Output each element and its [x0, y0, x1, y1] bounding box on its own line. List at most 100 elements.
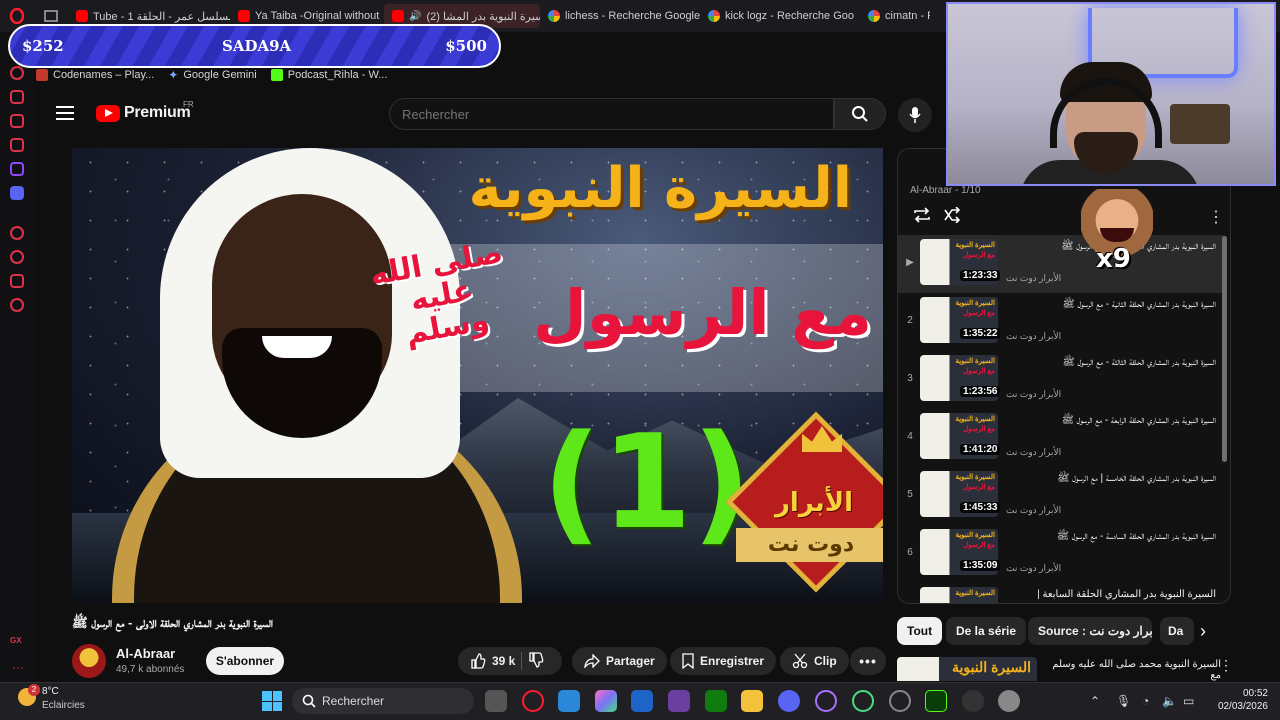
hamburger-menu-icon[interactable]: [56, 106, 74, 120]
playlist-channel: الأبرار دوت نت: [1006, 563, 1062, 573]
search-icon: [302, 694, 316, 708]
donation-current: $252: [22, 37, 64, 55]
messenger-icon[interactable]: [10, 138, 24, 152]
file-explorer-icon[interactable]: [741, 690, 763, 712]
settings-icon[interactable]: [10, 298, 24, 312]
twitch-icon[interactable]: [10, 162, 24, 176]
thumbs-down-icon: [529, 651, 544, 668]
youtube-play-icon: [96, 104, 120, 122]
playlist-item[interactable]: ▶ السيرة النبوية مع الرسول 1:23:33 السيرة…: [898, 235, 1224, 293]
search-input[interactable]: [389, 98, 834, 130]
task-view-icon[interactable]: [485, 690, 507, 712]
playlist-duration: 1:45:33: [960, 502, 1001, 513]
playlist-channel: الأبرار دوت نت: [1006, 273, 1062, 283]
playlist-index: 5: [907, 489, 913, 500]
subscribe-button[interactable]: S'abonner: [206, 647, 284, 675]
playlist-duration: 1:35:22: [960, 328, 1001, 339]
more-horizontal-icon: •••: [859, 653, 877, 669]
settings-gear-icon[interactable]: [998, 690, 1020, 712]
scissors-icon: [792, 653, 808, 669]
share-button[interactable]: Partager: [572, 647, 667, 675]
playlist-item[interactable]: السيرة النبوية السيرة النبوية بدر المشار…: [898, 583, 1224, 603]
playlist-item[interactable]: 6 السيرة النبوية مع الرسول 1:35:09 السيرة…: [898, 525, 1224, 583]
playlist-item[interactable]: 5 السيرة النبوية مع الرسول 1:45:33 السيرة…: [898, 467, 1224, 525]
player-icon[interactable]: [10, 226, 24, 240]
speaker-icon[interactable]: 🔊: [409, 11, 421, 22]
photos-icon[interactable]: [558, 690, 580, 712]
history-icon[interactable]: [10, 250, 24, 264]
shuffle-icon[interactable]: [944, 207, 964, 223]
app-icon[interactable]: [668, 690, 690, 712]
badge-ribbon: دوت نت: [736, 528, 883, 562]
gx-corner-icon[interactable]: [10, 90, 24, 104]
voice-search-button[interactable]: [898, 98, 932, 132]
recommendation-more-icon[interactable]: ⋮: [1219, 657, 1231, 674]
aria-icon[interactable]: [10, 66, 24, 80]
xbox-icon[interactable]: [705, 690, 727, 712]
more-dots-icon[interactable]: ···: [12, 660, 24, 674]
emote-multiplier: x9: [1096, 244, 1131, 274]
tab-5[interactable]: kick logz - Recherche Goo: [700, 4, 860, 28]
playlist-index: ▶: [906, 257, 914, 268]
bookmark-podcast[interactable]: Podcast_Rihla - W...: [270, 69, 387, 81]
discord-icon[interactable]: [10, 186, 24, 200]
opera-air-icon[interactable]: [852, 690, 874, 712]
taskbar-clock[interactable]: 00:52 02/03/2026: [1212, 687, 1268, 713]
chip-all[interactable]: Tout: [897, 617, 943, 645]
more-actions-button[interactable]: •••: [850, 647, 886, 675]
obs-icon[interactable]: [962, 690, 984, 712]
extensions-icon[interactable]: [10, 274, 24, 288]
gx-cleaner-icon[interactable]: [10, 114, 24, 128]
region-label: FR: [183, 100, 194, 109]
battery-icon[interactable]: ▭: [1183, 694, 1194, 708]
taskbar-search[interactable]: Rechercher: [292, 688, 474, 714]
save-button[interactable]: Enregistrer: [670, 647, 777, 675]
google-icon: [548, 10, 560, 22]
chevron-up-icon[interactable]: ⌃: [1090, 694, 1100, 708]
like-button[interactable]: 39 k: [470, 653, 515, 669]
tab-4[interactable]: lichess - Recherche Google: [540, 4, 700, 28]
volume-icon[interactable]: 🔈: [1162, 694, 1177, 708]
clip-button[interactable]: Clip: [780, 647, 849, 675]
windows-start-icon[interactable]: [262, 691, 282, 711]
opera-gx-icon[interactable]: [815, 690, 837, 712]
playlist-item[interactable]: 2 السيرة النبوية مع الرسول 1:35:22 السيرة…: [898, 293, 1224, 351]
opera-taskbar-icon[interactable]: [522, 690, 544, 712]
chip-date[interactable]: Da: [1160, 617, 1194, 645]
playlist-scrollbar[interactable]: [1222, 236, 1227, 462]
chevron-right-icon[interactable]: ›: [1200, 621, 1206, 642]
terminal-icon[interactable]: [925, 690, 947, 712]
microphone-tray-icon[interactable]: 🎙: [1116, 694, 1131, 708]
youtube-premium-logo[interactable]: Premium: [96, 104, 191, 122]
playlist-item[interactable]: 3 السيرة النبوية مع الرسول 1:23:56 السيرة…: [898, 351, 1224, 409]
video-player[interactable]: السيرة النبوية صلى الله عليه وسلم مع الر…: [72, 148, 883, 603]
channel-name[interactable]: Al-Abraar: [116, 646, 175, 661]
discord-taskbar-icon[interactable]: [778, 690, 800, 712]
recommendation-item[interactable]: السيرة النبوية السيرة النبوية محمد صلى ا…: [897, 655, 1231, 681]
browser-icon[interactable]: [889, 690, 911, 712]
playlist-channel: الأبرار دوت نت: [1006, 447, 1062, 457]
store-icon[interactable]: [631, 690, 653, 712]
subscriber-count: 49,7 k abonnés: [116, 664, 185, 675]
playlist-more-icon[interactable]: ⋮: [1208, 207, 1224, 227]
chip-series[interactable]: De la série: [946, 617, 1027, 645]
background-shelf: [1170, 104, 1230, 144]
divider: [521, 652, 523, 670]
bookmark-codenames[interactable]: Codenames – Play...: [36, 69, 154, 81]
tab-6[interactable]: cimatn - Re: [860, 4, 930, 28]
tab-menu-icon[interactable]: [34, 10, 68, 22]
chip-source[interactable]: Source : الأبرار دوت نت: [1028, 617, 1152, 645]
opera-logo-icon[interactable]: [0, 8, 34, 24]
playlist-index: 4: [907, 431, 913, 442]
codenames-icon: [36, 69, 48, 81]
bookmark-gemini[interactable]: ✦ Google Gemini: [168, 68, 256, 82]
copilot-icon[interactable]: [595, 690, 617, 712]
loop-icon[interactable]: [912, 207, 932, 223]
video-title: السيرة النبوية بدر المشاري الحلقة الاولى…: [72, 615, 274, 630]
channel-avatar[interactable]: [72, 644, 106, 678]
playlist-item[interactable]: 4 السيرة النبوية مع الرسول 1:41:20 السيرة…: [898, 409, 1224, 467]
search-button[interactable]: [834, 98, 886, 130]
wifi-icon[interactable]: ◔: [1142, 694, 1149, 708]
speaker-smile: [262, 336, 332, 358]
dislike-button[interactable]: [528, 651, 544, 671]
